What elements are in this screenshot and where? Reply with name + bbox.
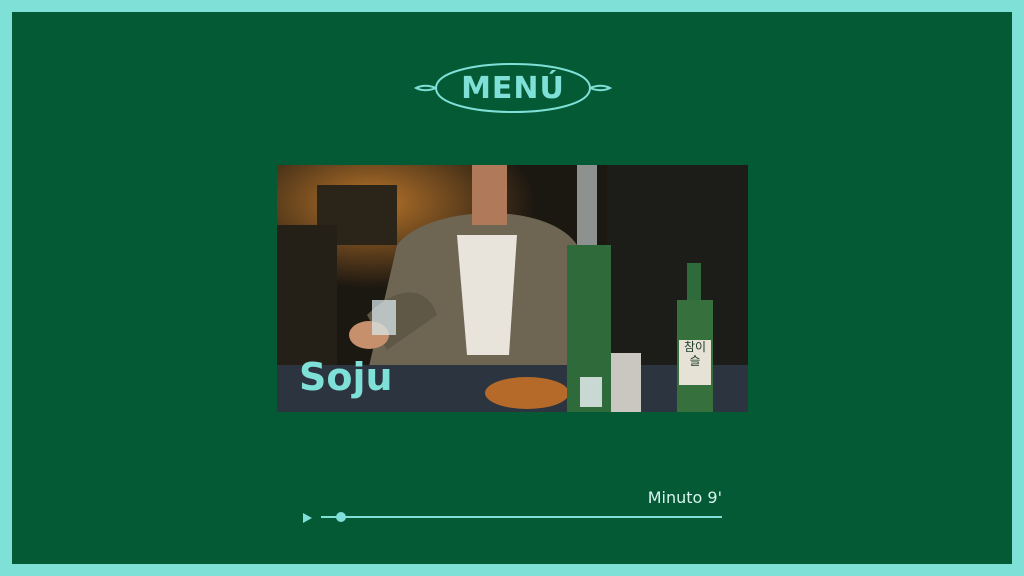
play-button[interactable] bbox=[300, 510, 314, 524]
time-label: Minuto 9' bbox=[647, 488, 722, 507]
page-title: MENÚ bbox=[461, 70, 565, 106]
media-caption: Soju bbox=[299, 355, 393, 399]
video-thumbnail[interactable]: 참이슬 Soju bbox=[277, 165, 748, 412]
play-icon bbox=[303, 513, 312, 523]
bottle-label: 참이슬 bbox=[683, 340, 707, 368]
menu-title-badge: MENÚ bbox=[414, 50, 612, 126]
progress-track[interactable] bbox=[321, 516, 722, 518]
progress-knob[interactable] bbox=[336, 512, 346, 522]
